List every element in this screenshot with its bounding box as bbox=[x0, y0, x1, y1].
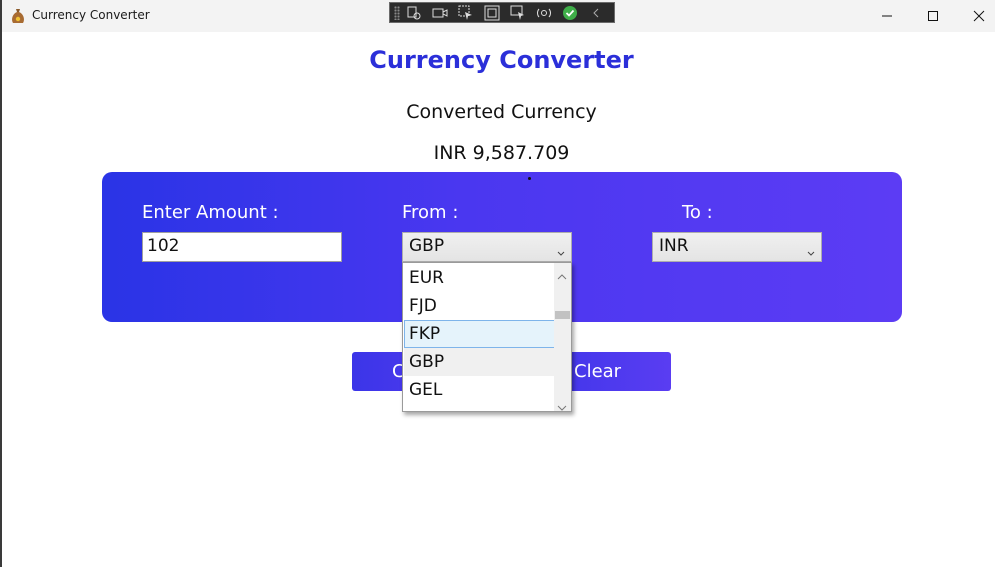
app-window: Currency Converter Currency Converter Co… bbox=[0, 0, 995, 567]
scroll-down-icon[interactable] bbox=[557, 397, 567, 411]
to-label: To : bbox=[682, 202, 713, 223]
window-title: Currency Converter bbox=[32, 8, 150, 22]
to-currency-value: INR bbox=[659, 236, 689, 256]
converted-currency-label: Converted Currency bbox=[406, 101, 597, 123]
from-currency-value: GBP bbox=[409, 236, 445, 256]
minimize-icon bbox=[881, 7, 893, 26]
live-tree-icon[interactable] bbox=[404, 4, 424, 22]
track-focus-icon[interactable] bbox=[508, 4, 528, 22]
hot-reload-icon[interactable] bbox=[534, 4, 554, 22]
check-circle-icon[interactable] bbox=[560, 4, 580, 22]
dropdown-item-label: GBP bbox=[409, 352, 445, 372]
maximize-icon bbox=[927, 7, 939, 26]
money-bag-icon bbox=[11, 8, 25, 24]
dropdown-item-label: GEL bbox=[409, 380, 443, 400]
scrollbar-thumb[interactable] bbox=[555, 311, 570, 319]
stray-dot bbox=[528, 177, 531, 180]
collapse-chevron-icon[interactable] bbox=[586, 4, 606, 22]
clear-button-label: Clear bbox=[574, 361, 622, 382]
dropdown-item-hovered[interactable]: FKP bbox=[404, 320, 555, 348]
chevron-down-icon bbox=[807, 242, 815, 262]
close-icon bbox=[973, 7, 985, 26]
dropdown-item-selected[interactable]: GBP bbox=[404, 348, 555, 376]
dropdown-item[interactable]: FJD bbox=[404, 292, 555, 320]
dropdown-item-label: FKP bbox=[409, 324, 441, 344]
dropdown-item[interactable]: EUR bbox=[404, 264, 555, 292]
close-button[interactable] bbox=[956, 0, 995, 32]
adorner-icon[interactable] bbox=[482, 4, 502, 22]
app-heading: Currency Converter bbox=[369, 46, 634, 74]
dropdown-item-label: FJD bbox=[409, 296, 437, 316]
chevron-down-icon bbox=[557, 242, 565, 262]
amount-input[interactable]: 102 bbox=[142, 232, 342, 262]
debug-toolbar[interactable] bbox=[389, 2, 615, 23]
amount-label: Enter Amount : bbox=[142, 202, 279, 223]
from-currency-select[interactable]: GBP bbox=[402, 232, 572, 262]
dropdown-scrollbar[interactable] bbox=[554, 263, 571, 411]
dropdown-item-label: EUR bbox=[409, 268, 444, 288]
drag-grip-icon[interactable] bbox=[394, 5, 400, 20]
converted-currency-value: INR 9,587.709 bbox=[433, 142, 570, 164]
from-currency-dropdown[interactable]: EUR FJD FKP GBP GEL bbox=[402, 262, 572, 412]
dropdown-item[interactable]: GEL bbox=[404, 376, 555, 404]
select-element-icon[interactable] bbox=[456, 4, 476, 22]
to-currency-select[interactable]: INR bbox=[652, 232, 822, 262]
window-edge bbox=[0, 0, 2, 567]
scroll-up-icon[interactable] bbox=[557, 266, 567, 285]
maximize-button[interactable] bbox=[910, 0, 956, 32]
minimize-button[interactable] bbox=[864, 0, 910, 32]
from-label: From : bbox=[402, 202, 459, 223]
record-icon[interactable] bbox=[430, 4, 450, 22]
